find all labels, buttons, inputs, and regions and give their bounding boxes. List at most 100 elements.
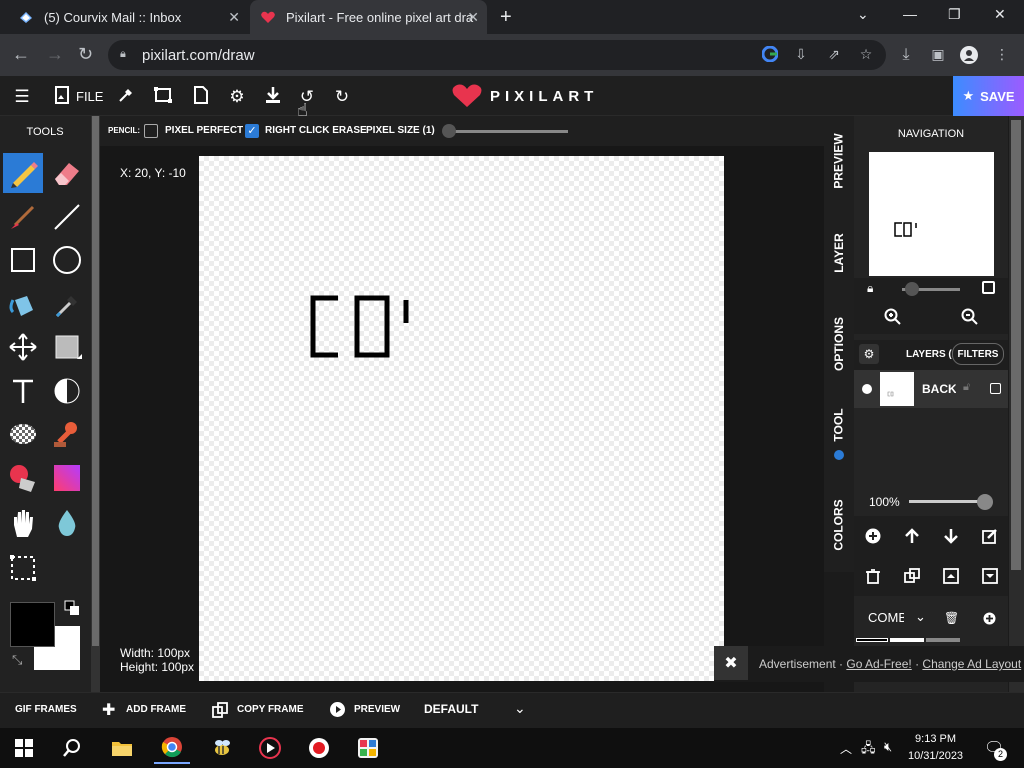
paint-app-icon[interactable] bbox=[350, 732, 386, 764]
save-button[interactable]: ★ SAVE bbox=[953, 76, 1024, 116]
file-explorer-icon[interactable] bbox=[104, 732, 140, 764]
preview-button[interactable]: PREVIEW bbox=[354, 704, 400, 715]
close-tab-icon[interactable]: ✕ bbox=[467, 9, 479, 26]
pencil-tool[interactable] bbox=[3, 153, 43, 193]
duplicate-layer-icon[interactable] bbox=[904, 568, 920, 589]
tools-scrollbar-thumb[interactable] bbox=[92, 116, 99, 646]
chrome-icon[interactable] bbox=[154, 732, 190, 764]
brush-tool[interactable] bbox=[3, 197, 43, 237]
back-button[interactable]: ← bbox=[12, 44, 30, 65]
pixel-size-slider-knob[interactable] bbox=[442, 124, 456, 138]
reload-button[interactable]: ↻ bbox=[78, 44, 93, 65]
change-ad-layout-link[interactable]: Change Ad Layout bbox=[922, 657, 1021, 671]
search-icon[interactable] bbox=[54, 732, 90, 764]
right-panel-scrollbar-thumb[interactable] bbox=[1011, 120, 1021, 570]
forward-button[interactable]: → bbox=[46, 44, 64, 65]
gif-frames-title[interactable]: GIF FRAMES bbox=[15, 704, 77, 715]
move-layer-down-icon[interactable] bbox=[943, 528, 959, 549]
copy-frame-icon[interactable] bbox=[212, 702, 228, 723]
pixel-size-slider[interactable] bbox=[448, 130, 568, 133]
hand-tool[interactable] bbox=[3, 503, 43, 543]
tab-layer[interactable]: LAYER bbox=[824, 218, 854, 288]
move-layer-up-icon[interactable] bbox=[904, 528, 920, 549]
network-icon[interactable]: 🖧︎ bbox=[861, 739, 876, 761]
show-hidden-icons-icon[interactable]: ︿ bbox=[840, 740, 852, 757]
edit-layer-icon[interactable] bbox=[982, 528, 998, 549]
fit-view-icon[interactable] bbox=[982, 281, 995, 294]
eraser-tool[interactable] bbox=[47, 153, 87, 193]
tab-options[interactable]: OPTIONS bbox=[824, 306, 854, 382]
gradient-tool[interactable] bbox=[47, 458, 87, 498]
primary-color-swatch[interactable] bbox=[10, 602, 55, 647]
stamp-tool[interactable] bbox=[47, 414, 87, 454]
select-tool[interactable] bbox=[47, 327, 87, 367]
move-tool[interactable] bbox=[3, 327, 43, 367]
add-frame-button[interactable]: ADD FRAME bbox=[126, 704, 186, 715]
trash-icon[interactable]: 🗑︎ bbox=[944, 611, 959, 625]
redo-icon[interactable]: ↻ bbox=[331, 86, 353, 108]
zoom-in-icon[interactable] bbox=[884, 308, 901, 329]
go-ad-free-link[interactable]: Go Ad-Free! bbox=[846, 657, 911, 671]
browser-tab-mail[interactable]: (5) Courvix Mail :: Inbox ✕ bbox=[8, 0, 248, 34]
install-app-icon[interactable]: ⇩ bbox=[792, 46, 810, 64]
palette-swatch-black[interactable] bbox=[856, 638, 888, 642]
browser-menu-icon[interactable]: ⋮ bbox=[993, 46, 1011, 64]
right-click-erase-checkbox[interactable]: ✓ bbox=[245, 124, 259, 138]
add-circle-icon[interactable] bbox=[983, 612, 996, 630]
lock-navigation-icon[interactable]: 🔒︎ bbox=[867, 281, 873, 296]
navigation-preview[interactable] bbox=[869, 152, 994, 276]
layer-opacity-slider[interactable] bbox=[909, 500, 983, 503]
settings-gears-icon[interactable]: ⚙ bbox=[226, 86, 248, 108]
add-layer-icon[interactable] bbox=[865, 528, 881, 549]
file-menu-label[interactable]: FILE bbox=[76, 89, 103, 104]
filters-button[interactable]: FILTERS bbox=[952, 343, 1004, 365]
add-frame-icon[interactable]: ✚ bbox=[102, 700, 115, 720]
system-clock[interactable]: 9:13 PM 10/31/2023 bbox=[908, 731, 963, 765]
bookmark-star-icon[interactable]: ☆ bbox=[857, 46, 875, 64]
reset-colors-icon[interactable]: ⤡ bbox=[12, 652, 22, 668]
minimize-button[interactable]: — bbox=[903, 6, 917, 22]
color-picker-tool[interactable] bbox=[47, 284, 87, 324]
tab-tool[interactable]: TOOL bbox=[824, 400, 854, 450]
layer-select-checkbox[interactable] bbox=[990, 383, 1001, 394]
profile-icon[interactable] bbox=[960, 46, 978, 64]
close-window-button[interactable]: ✕ bbox=[994, 6, 1006, 23]
line-tool[interactable] bbox=[47, 197, 87, 237]
zoom-slider-knob[interactable] bbox=[905, 282, 919, 296]
swap-colors-icon[interactable] bbox=[64, 600, 80, 616]
new-tab-button[interactable]: + bbox=[500, 6, 512, 29]
restore-button[interactable]: ❐ bbox=[948, 6, 961, 23]
google-icon[interactable] bbox=[761, 45, 779, 64]
new-document-icon[interactable] bbox=[190, 86, 212, 108]
drop-tool[interactable] bbox=[47, 503, 87, 543]
lock-icon[interactable]: 🔒︎ bbox=[120, 48, 126, 61]
pixel-perfect-checkbox[interactable] bbox=[144, 124, 158, 138]
share-icon[interactable]: ⇗ bbox=[825, 46, 843, 64]
palette-swatch-white[interactable] bbox=[890, 638, 924, 642]
layer-lock-icon[interactable]: 🔓︎ bbox=[963, 381, 970, 394]
merge-up-icon[interactable] bbox=[943, 568, 959, 589]
volume-muted-icon[interactable]: 🔇︎ bbox=[884, 739, 892, 755]
blend-mode-select[interactable]: COMB bbox=[868, 610, 904, 625]
tab-search-icon[interactable]: ⌄ bbox=[857, 6, 869, 23]
drawing-canvas[interactable] bbox=[199, 156, 724, 681]
pixilart-logo[interactable]: PIXILART bbox=[452, 84, 598, 108]
copy-frame-button[interactable]: COPY FRAME bbox=[237, 704, 304, 715]
lighten-tool[interactable] bbox=[47, 371, 87, 411]
chevron-down-icon[interactable]: ⌄ bbox=[915, 609, 926, 625]
circle-tool[interactable] bbox=[47, 240, 87, 280]
palette-swatch-gray[interactable] bbox=[926, 638, 960, 642]
rectangle-tool[interactable] bbox=[3, 240, 43, 280]
file-image-icon[interactable] bbox=[51, 86, 73, 108]
mode-chevron-down-icon[interactable]: ⌄ bbox=[514, 700, 526, 717]
browser-tab-pixilart[interactable]: Pixilart - Free online pixel art dra ✕ bbox=[250, 0, 487, 34]
layer-opacity-knob[interactable] bbox=[977, 494, 993, 510]
eyedropper-icon[interactable] bbox=[115, 86, 137, 108]
bee-app-icon[interactable] bbox=[204, 732, 240, 764]
play-preview-icon[interactable] bbox=[330, 702, 345, 722]
hamburger-menu-icon[interactable]: ☰ bbox=[11, 86, 33, 108]
resize-canvas-icon[interactable] bbox=[152, 86, 174, 108]
marquee-tool[interactable] bbox=[3, 548, 43, 588]
zoom-out-icon[interactable] bbox=[961, 308, 978, 330]
download-icon[interactable] bbox=[262, 86, 284, 108]
